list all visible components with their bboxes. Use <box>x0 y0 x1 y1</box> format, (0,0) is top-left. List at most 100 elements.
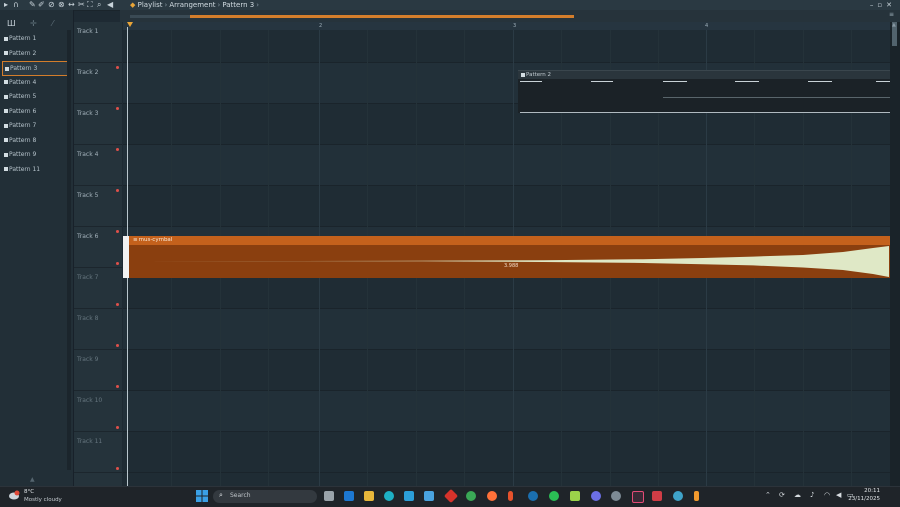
clip-note <box>876 81 890 82</box>
scroll-up-icon[interactable]: ▲ <box>892 22 896 28</box>
select-icon[interactable]: ⛶ <box>87 1 93 9</box>
speaker-icon[interactable]: ◀ <box>107 1 113 9</box>
settings-icon[interactable] <box>611 491 621 501</box>
pattern-item[interactable]: Pattern 5 <box>2 90 68 105</box>
title-part-2: Arrangement <box>169 1 216 9</box>
play-icon[interactable]: ▸ <box>4 1 8 9</box>
fl-studio-icon[interactable] <box>694 491 699 501</box>
wifi-icon[interactable]: ◠ <box>824 491 830 499</box>
magnet-icon[interactable]: ∩ <box>13 1 19 9</box>
track-mute-led[interactable] <box>116 426 119 429</box>
outlook-icon[interactable] <box>344 491 354 501</box>
slice-icon[interactable]: ✂ <box>78 1 85 9</box>
clock-time[interactable]: 20:11 <box>864 488 880 494</box>
track-label: Track 5 <box>77 192 99 199</box>
track-mute-led[interactable] <box>116 344 119 347</box>
horizontal-scroll-thumb[interactable] <box>190 15 574 18</box>
collapse-arrow-icon[interactable]: ▲ <box>30 476 35 483</box>
title-trailing-arrow[interactable]: › <box>256 1 259 9</box>
pattern-item[interactable]: Pattern 6 <box>2 105 68 120</box>
zoom-icon[interactable]: ⌕ <box>97 1 101 9</box>
title-diamond-icon: ◆ <box>130 1 136 9</box>
pattern-clip[interactable]: Pattern 2 <box>518 70 890 113</box>
track-header[interactable]: Track 5 <box>74 186 122 233</box>
edge-icon[interactable] <box>384 491 394 501</box>
cloud-icon[interactable] <box>8 490 20 500</box>
pattern-item[interactable]: Pattern 11 <box>2 163 68 178</box>
track-header[interactable]: Track 7 <box>74 268 122 309</box>
firefox-icon[interactable] <box>487 491 497 501</box>
track-label: Track 6 <box>77 233 99 240</box>
pattern-label: Pattern 6 <box>9 107 37 115</box>
microphone-icon[interactable] <box>508 491 513 501</box>
mute-icon[interactable]: ⊗ <box>58 1 65 9</box>
whatsapp-icon[interactable] <box>549 491 559 501</box>
track-mute-led[interactable] <box>116 262 119 265</box>
sync-icon[interactable]: ⟳ <box>779 491 785 499</box>
clip-note <box>663 81 687 82</box>
clip-header[interactable]: Pattern 2 <box>518 71 890 79</box>
discord-icon[interactable] <box>591 491 601 501</box>
pattern-icon <box>4 80 8 84</box>
audio-clip[interactable]: ≡mus-cymbal 3.988 <box>123 236 890 278</box>
track-header[interactable]: Track 8 <box>74 309 122 350</box>
vertical-scrollbar[interactable] <box>890 22 900 486</box>
pencil-icon[interactable]: ⁄ <box>52 18 53 30</box>
clock-date[interactable]: 23/11/2025 <box>848 496 880 502</box>
steam-icon[interactable] <box>528 491 538 501</box>
chevron-up-icon[interactable]: ⌃ <box>765 491 771 499</box>
delete-icon[interactable]: ⊘ <box>48 1 55 9</box>
windows-start-icon[interactable] <box>196 490 208 502</box>
weather-description[interactable]: Mostly cloudy <box>24 497 62 503</box>
pencil-icon[interactable]: ✎ <box>29 1 36 9</box>
taskbar-search[interactable]: ⌕ Search <box>213 490 317 503</box>
pattern-item-selected[interactable]: Pattern 3 <box>2 61 68 76</box>
track-mute-led[interactable] <box>116 385 119 388</box>
clipchamp-icon[interactable] <box>404 491 414 501</box>
menu-lines-icon[interactable]: ≡ <box>889 12 894 18</box>
red-app-icon[interactable] <box>443 488 459 504</box>
globe-icon[interactable] <box>673 491 683 501</box>
track-header[interactable]: Track 3 <box>74 104 122 151</box>
track-header[interactable]: Track 2 <box>74 63 122 110</box>
piano-icon[interactable]: Ш <box>7 18 16 30</box>
track-header[interactable]: Track 1 <box>74 22 122 69</box>
pattern-icon <box>4 51 8 55</box>
onedrive-icon[interactable]: ☁ <box>794 491 801 499</box>
track-mute-led[interactable] <box>116 467 119 470</box>
slip-icon[interactable]: ↔ <box>68 1 75 9</box>
volume-icon[interactable]: ◀ <box>836 491 841 499</box>
track-header[interactable]: Track 6 <box>74 227 122 268</box>
move-icon[interactable]: ✛ <box>30 18 37 30</box>
track-header[interactable]: Track 11 <box>74 432 122 473</box>
weather-temperature[interactable]: 8°C <box>24 489 34 495</box>
brush-icon[interactable]: ✐ <box>38 1 45 9</box>
pattern-item[interactable]: Pattern 4 <box>2 76 68 91</box>
track-header[interactable]: Track 9 <box>74 350 122 391</box>
active-app-icon[interactable] <box>632 491 644 503</box>
pattern-item[interactable]: Pattern 2 <box>2 47 68 62</box>
track-label: Track 2 <box>77 69 99 76</box>
pattern-icon <box>4 138 8 142</box>
track-mute-led[interactable] <box>116 303 119 306</box>
track-header[interactable]: Track 4 <box>74 145 122 192</box>
mic-tray-icon[interactable]: ♪ <box>810 491 814 499</box>
store-icon[interactable] <box>424 491 434 501</box>
maximize-icon[interactable]: ▫ <box>877 1 886 9</box>
lightning-icon[interactable] <box>570 491 580 501</box>
close-icon[interactable]: ✕ <box>886 1 896 9</box>
pattern-item[interactable]: Pattern 8 <box>2 134 68 149</box>
track-header[interactable]: Track 10 <box>74 391 122 432</box>
file-explorer-icon[interactable] <box>364 491 374 501</box>
task-view-icon[interactable] <box>324 491 334 501</box>
pattern-item[interactable]: Pattern 7 <box>2 119 68 134</box>
timeline-ruler[interactable]: 2 3 4 <box>123 22 890 30</box>
track-label: Track 7 <box>77 274 99 281</box>
chrome-icon[interactable] <box>466 491 476 501</box>
grid-row <box>123 432 890 473</box>
browser-scrollbar[interactable] <box>67 30 71 470</box>
pattern-item[interactable]: Pattern 9 <box>2 148 68 163</box>
pattern-item[interactable]: Pattern 1 <box>2 32 68 47</box>
screen-app-icon[interactable] <box>652 491 662 501</box>
pattern-label: Pattern 5 <box>9 93 37 100</box>
